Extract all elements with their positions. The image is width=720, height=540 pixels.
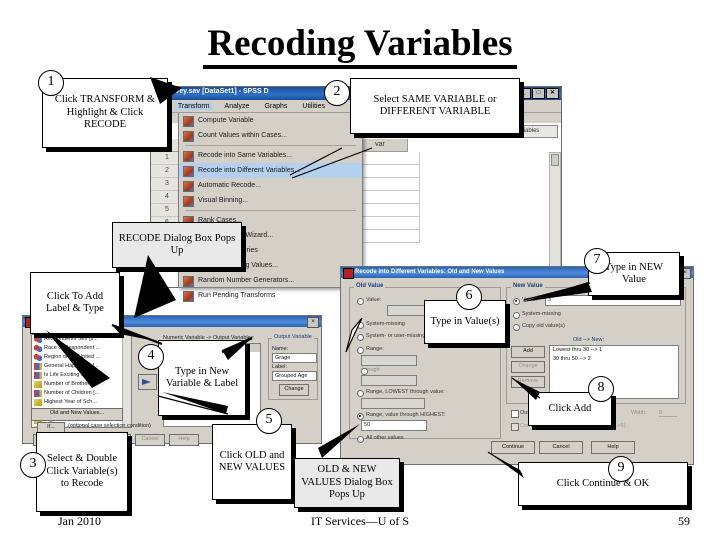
callout-1-number: 1 xyxy=(38,70,64,96)
callout-3-number: 3 xyxy=(20,452,46,478)
callout-6-number: 6 xyxy=(456,284,482,310)
callout-9-number: 9 xyxy=(608,456,634,482)
callout-4-number: 4 xyxy=(138,344,164,370)
callout-7-number: 7 xyxy=(584,248,610,274)
callout-2-number: 2 xyxy=(324,80,350,106)
slide-canvas: Recoding Variables ial Survey.sav [DataS… xyxy=(0,0,720,540)
callout-5-number: 5 xyxy=(256,408,282,434)
callout-8-number: 8 xyxy=(588,376,614,402)
